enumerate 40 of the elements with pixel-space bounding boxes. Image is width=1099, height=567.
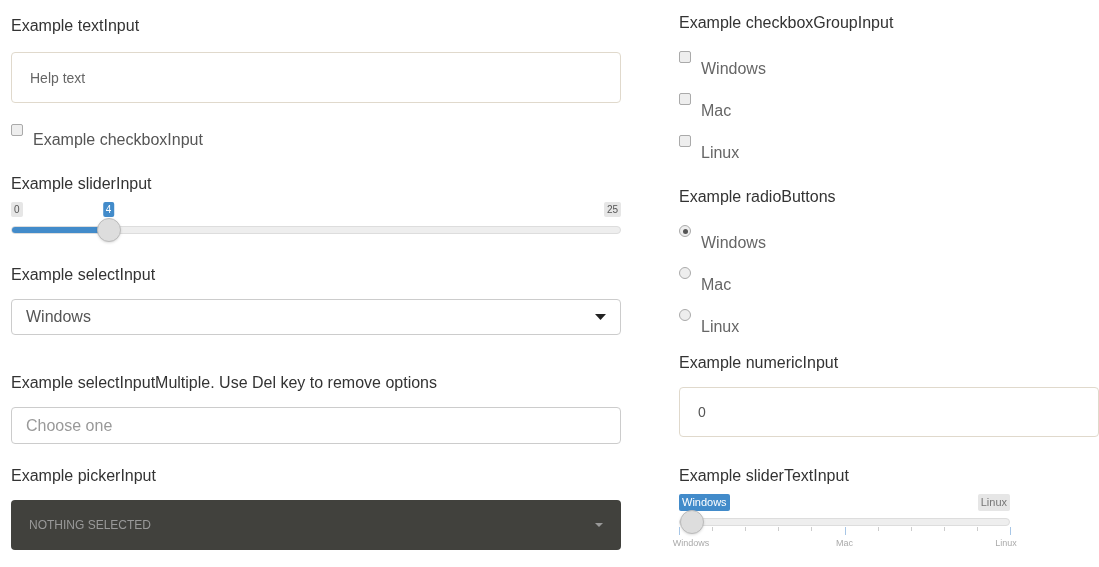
checkbox[interactable] [679, 135, 691, 147]
option-label: Windows [701, 233, 766, 253]
field-label: Example numericInput [679, 353, 840, 373]
option-label: Mac [701, 101, 732, 121]
field-label: Example textInput [11, 16, 141, 36]
option-label: Windows [701, 59, 766, 79]
multi-select-field[interactable]: Choose one [11, 407, 621, 444]
field-label: Example selectInput [11, 265, 157, 285]
field-label: Example pickerInput [11, 466, 157, 486]
checkbox-label: Example checkboxInput [33, 130, 203, 150]
slider-value-label: Windows [679, 494, 730, 511]
field-label: Example selectInputMultiple. Use Del key to remove options [11, 373, 438, 393]
slider-max-label: Linux [977, 494, 1010, 511]
picker-dropdown[interactable]: NOTHING SELECTED [11, 500, 621, 550]
checkbox[interactable] [679, 51, 691, 63]
caret-icon [595, 523, 603, 527]
checkbox[interactable] [679, 93, 691, 105]
radio-button[interactable] [679, 309, 691, 321]
tick-label: Windows [672, 538, 710, 548]
slider-min-label: 0 [11, 202, 23, 217]
tick-label: Mac [836, 538, 853, 548]
option-label: Linux [701, 317, 740, 337]
checkbox[interactable] [11, 124, 23, 136]
field-label: Example sliderTextInput [679, 466, 850, 486]
numeric-input-field[interactable]: 0 [679, 387, 1099, 437]
option-label: Linux [701, 143, 740, 163]
slider-handle[interactable] [680, 510, 704, 534]
slider-handle[interactable] [97, 218, 122, 242]
radio-button[interactable] [679, 225, 691, 237]
slider-max-label: 25 [603, 202, 621, 217]
field-label: Example sliderInput [11, 174, 153, 194]
text-input-field[interactable]: Help text [11, 52, 621, 103]
caret-icon [595, 314, 606, 320]
tick-label: Linux [995, 538, 1017, 548]
field-label: Example checkboxGroupInput [679, 13, 895, 33]
select-dropdown[interactable]: Windows [11, 299, 621, 335]
field-label: Example radioButtons [679, 187, 837, 207]
radio-button[interactable] [679, 267, 691, 279]
slider-value-label: 4 [102, 202, 115, 217]
option-label: Mac [701, 275, 732, 295]
